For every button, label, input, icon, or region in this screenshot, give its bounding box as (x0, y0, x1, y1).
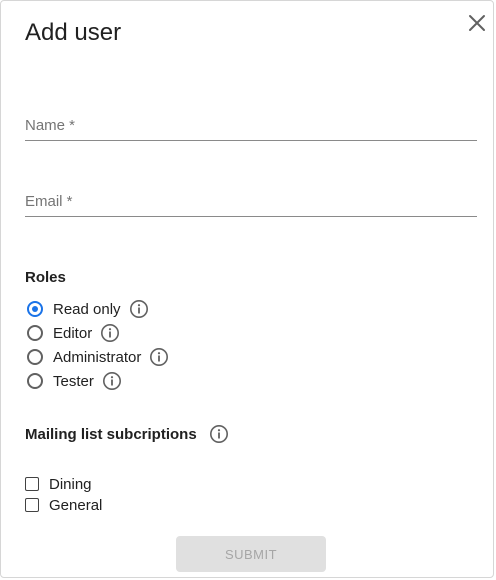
mailing-title-row: Mailing list subcriptions (25, 422, 229, 446)
checkbox-dining[interactable] (25, 477, 39, 491)
role-label: Tester (53, 372, 94, 390)
checkbox-general[interactable] (25, 498, 39, 512)
mailing-title: Mailing list subcriptions (25, 425, 197, 443)
role-label: Editor (53, 324, 93, 342)
role-label: Read only (53, 300, 121, 318)
info-icon[interactable] (149, 347, 169, 367)
email-field[interactable]: Email * (25, 177, 477, 217)
roles-title: Roles (25, 269, 66, 286)
add-user-dialog: Add user Name * Email * Roles Read only … (0, 0, 494, 578)
info-icon[interactable] (102, 371, 122, 391)
radio-tester[interactable] (27, 373, 43, 389)
name-field[interactable]: Name * (25, 101, 477, 141)
close-button[interactable] (465, 11, 489, 35)
mailing-label: Dining (49, 475, 92, 493)
radio-administrator[interactable] (27, 349, 43, 365)
name-field-underline (25, 140, 477, 141)
info-icon[interactable] (209, 424, 229, 444)
role-option-tester[interactable]: Tester (25, 369, 122, 393)
role-option-editor[interactable]: Editor (25, 321, 120, 345)
info-icon[interactable] (129, 299, 149, 319)
email-input[interactable] (25, 177, 477, 217)
info-icon[interactable] (100, 323, 120, 343)
radio-editor[interactable] (27, 325, 43, 341)
submit-button[interactable]: SUBMIT (176, 536, 326, 572)
close-icon (469, 15, 485, 31)
role-label: Administrator (53, 348, 142, 366)
email-field-underline (25, 216, 477, 217)
name-input[interactable] (25, 101, 477, 141)
role-option-administrator[interactable]: Administrator (25, 345, 169, 369)
dialog-title: Add user (25, 19, 122, 46)
mailing-label: General (49, 496, 103, 514)
mailing-option-dining[interactable]: Dining (25, 474, 92, 494)
mailing-option-general[interactable]: General (25, 495, 102, 515)
radio-read-only[interactable] (27, 301, 43, 317)
role-option-read-only[interactable]: Read only (25, 297, 149, 321)
